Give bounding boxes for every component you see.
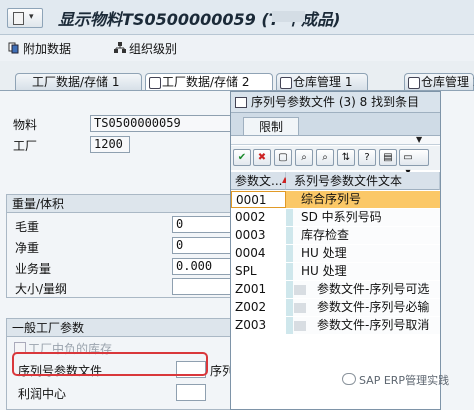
- wechat-icon: [342, 373, 356, 385]
- row-text: 参数文件-序列号可选: [286, 281, 440, 298]
- tab-warehouse-1[interactable]: 仓库管理 1: [276, 73, 368, 90]
- plant-label: 工厂: [13, 139, 38, 153]
- watermark: SAP ERP管理实践: [342, 372, 449, 388]
- row-code: Z002: [235, 300, 267, 314]
- profit-center-field[interactable]: [176, 384, 206, 401]
- sort-icon[interactable]: ⇅: [337, 149, 355, 166]
- list-item[interactable]: Z001 参数文件-序列号可选: [231, 281, 440, 298]
- redaction-mask: [294, 321, 306, 331]
- redaction-mask: [294, 285, 306, 295]
- row-text: 参数文件-序列号必输: [286, 299, 440, 316]
- material-label: 物料: [13, 118, 38, 132]
- net-weight-field[interactable]: 0: [172, 237, 232, 254]
- cancel-button[interactable]: ✖: [253, 149, 271, 166]
- row-code: 0003: [235, 228, 266, 242]
- redaction-mask: [294, 303, 306, 313]
- row-code: 0004: [235, 246, 266, 260]
- tab-label: 工厂数据/存储 1: [32, 75, 120, 89]
- highlight-frame: [12, 352, 208, 376]
- menu-icon[interactable]: ▾: [7, 8, 43, 28]
- group-title: 一般工厂参数: [7, 319, 235, 337]
- collapse-icon: ▼: [416, 135, 423, 144]
- column-header-label: 参数文...: [235, 174, 283, 188]
- material-field[interactable]: TS0500000059: [90, 115, 232, 132]
- row-code: 0002: [235, 210, 266, 224]
- row-code: Z001: [235, 282, 267, 296]
- redaction-mask: [272, 11, 305, 22]
- tab-label: 仓库管理 1: [293, 75, 353, 89]
- window-icon: [235, 97, 247, 108]
- list-item[interactable]: 0002 SD 中系列号码: [231, 209, 440, 226]
- popup-title: 序列号参数文件 (3) 8 找到条目: [251, 95, 420, 109]
- tab-warehouse-2[interactable]: 仓库管理 2: [404, 73, 474, 90]
- list-item[interactable]: Z003 参数文件-序列号取消: [231, 317, 440, 334]
- additional-data-icon: [8, 42, 20, 54]
- print-dropdown-icon[interactable]: ▭ ▾: [399, 149, 429, 178]
- list-item[interactable]: 0001 综合序列号: [231, 191, 440, 208]
- find-next-icon[interactable]: ⌕: [316, 149, 334, 166]
- gross-weight-label: 毛重: [15, 220, 40, 234]
- business-volume-label: 业务量: [15, 262, 52, 276]
- additional-data-button[interactable]: 附加数据: [8, 39, 71, 57]
- profit-center-label: 利润中心: [18, 387, 67, 401]
- list-item[interactable]: 0003 库存检查: [231, 227, 440, 244]
- list-item[interactable]: SPL HU 处理: [231, 263, 440, 280]
- row-text: 库存检查: [286, 227, 440, 244]
- row-text: SD 中系列号码: [286, 209, 440, 226]
- group-title: 重量/体积: [7, 195, 235, 213]
- application-toolbar: 附加数据 组织级别: [0, 35, 474, 61]
- business-volume-field[interactable]: 0.000: [172, 258, 232, 275]
- popup-toolbar: ✔ ✖ ▢ ⌕ ⌕ ⇅ ? ▤ ▭ ▾: [231, 146, 440, 178]
- collapse-bar[interactable]: ▼: [231, 135, 440, 145]
- org-levels-icon: [114, 42, 126, 54]
- row-text: 参数文件-序列号取消: [286, 317, 440, 334]
- size-dimension-label: 大小/量纲: [15, 282, 68, 296]
- plant-field[interactable]: 1200: [90, 136, 130, 153]
- tab-icon: [149, 77, 161, 89]
- org-levels-button[interactable]: 组织级别: [114, 39, 177, 57]
- help-icon[interactable]: ?: [358, 149, 376, 166]
- tab-plant-data-1[interactable]: 工厂数据/存储 1: [15, 73, 142, 90]
- size-dimension-field[interactable]: [172, 278, 232, 295]
- row-code: 0001: [231, 191, 286, 208]
- tab-icon: [280, 77, 292, 89]
- row-text: HU 处理: [286, 245, 440, 262]
- column-header-text[interactable]: 系列号参数文件文本: [286, 172, 440, 190]
- restrictions-tab[interactable]: 限制: [243, 117, 299, 135]
- tab-label: 仓库管理 2: [421, 75, 474, 89]
- row-code: Z003: [235, 318, 267, 332]
- title-bar: ▾ 显示物料TS0500000059 (T 半成品): [0, 0, 474, 35]
- continue-button[interactable]: ✔: [233, 149, 251, 166]
- watermark-text: SAP ERP管理实践: [359, 374, 450, 387]
- popup-title-bar: 序列号参数文件 (3) 8 找到条目: [231, 92, 440, 113]
- new-search-icon[interactable]: ▢: [274, 149, 292, 166]
- additional-data-label: 附加数据: [23, 41, 72, 56]
- net-weight-label: 净重: [15, 241, 40, 255]
- find-icon[interactable]: ⌕: [295, 149, 313, 166]
- row-text: HU 处理: [286, 263, 440, 280]
- org-levels-label: 组织级别: [129, 41, 178, 56]
- tab-plant-data-2[interactable]: 工厂数据/存储 2: [145, 73, 273, 90]
- column-header-profile[interactable]: 参数文...: [231, 172, 286, 190]
- tab-icon: [408, 77, 420, 89]
- print-icon[interactable]: ▤: [379, 149, 397, 166]
- list-item[interactable]: 0004 HU 处理: [231, 245, 440, 262]
- list-item[interactable]: Z002 参数文件-序列号必输: [231, 299, 440, 316]
- search-help-popup: 序列号参数文件 (3) 8 找到条目 限制 ▼ ✔ ✖ ▢ ⌕ ⌕ ⇅ ? ▤ …: [230, 91, 441, 410]
- row-code: SPL: [235, 264, 257, 278]
- column-header-label: 系列号参数文件文本: [294, 174, 403, 188]
- row-text: 综合序列号: [286, 191, 440, 208]
- gross-weight-field[interactable]: 0: [172, 216, 232, 233]
- tab-label: 工厂数据/存储 2: [162, 75, 250, 89]
